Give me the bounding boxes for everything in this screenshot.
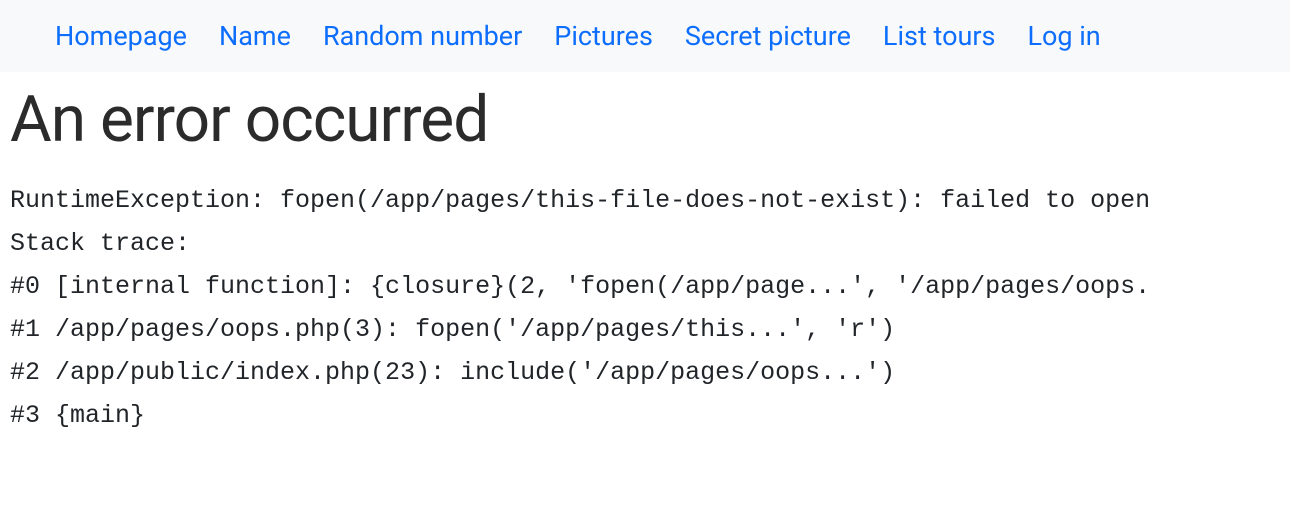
nav-list-tours[interactable]: List tours xyxy=(883,20,996,52)
navbar: Homepage Name Random number Pictures Sec… xyxy=(0,0,1290,72)
nav-random-number[interactable]: Random number xyxy=(323,20,522,52)
page-title: An error occurred xyxy=(10,82,1280,157)
content: An error occurred RuntimeException: fope… xyxy=(0,72,1290,449)
nav-homepage[interactable]: Homepage xyxy=(55,20,187,52)
nav-name[interactable]: Name xyxy=(219,20,291,52)
stack-trace: RuntimeException: fopen(/app/pages/this-… xyxy=(10,179,1280,437)
nav-pictures[interactable]: Pictures xyxy=(554,20,653,52)
stack-trace-container[interactable]: RuntimeException: fopen(/app/pages/this-… xyxy=(10,179,1280,449)
nav-log-in[interactable]: Log in xyxy=(1027,20,1100,52)
nav-secret-picture[interactable]: Secret picture xyxy=(685,20,851,52)
